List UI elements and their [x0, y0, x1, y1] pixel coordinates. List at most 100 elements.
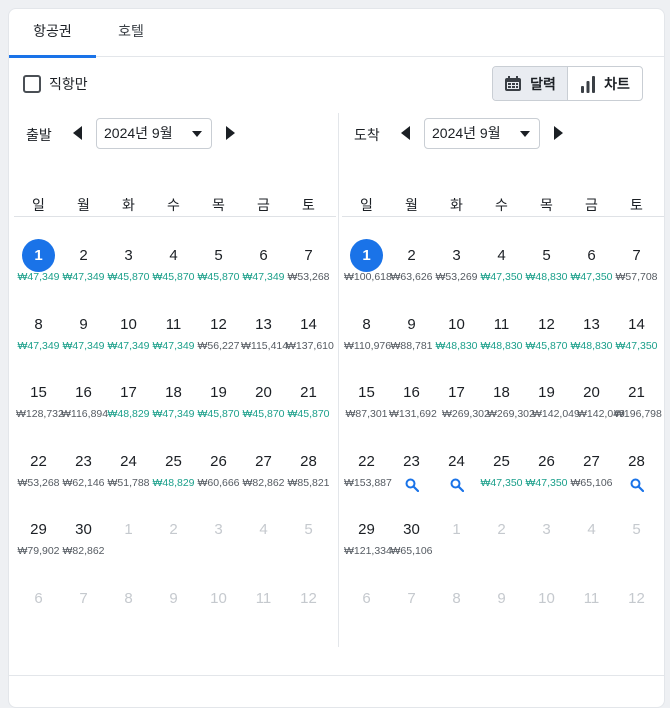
calendar-day-outside-month: 1: [106, 513, 151, 582]
next-month-icon[interactable]: [553, 126, 563, 140]
day-price: ₩62,146: [62, 476, 105, 489]
weekday-tue: 화: [122, 197, 135, 213]
calendar-day[interactable]: 6 ₩47,350: [569, 239, 614, 308]
calendar-day[interactable]: 27 ₩82,862: [241, 445, 286, 514]
calendar-day[interactable]: 7 ₩57,708: [614, 239, 659, 308]
chart-view-button[interactable]: 차트: [568, 67, 642, 100]
day-price: ₩51,788: [107, 476, 150, 489]
calendar-day[interactable]: 13 ₩48,830: [569, 308, 614, 377]
calendar-day[interactable]: 28 ₩85,821: [286, 445, 331, 514]
calendar-day[interactable]: 25 ₩47,350: [479, 445, 524, 514]
search-icon[interactable]: [405, 478, 419, 492]
calendar-day[interactable]: 28: [614, 445, 659, 514]
calendar-day[interactable]: 21 ₩196,798: [614, 376, 662, 445]
calendar-day[interactable]: 9 ₩88,781: [389, 308, 434, 377]
calendar-day[interactable]: 1 ₩47,349: [16, 239, 61, 308]
day-price: ₩65,106: [390, 545, 433, 557]
calendar-day[interactable]: 19 ₩142,049: [524, 376, 580, 445]
calendar-day[interactable]: 21 ₩45,870: [286, 376, 331, 445]
day-number: 1: [124, 521, 133, 538]
prev-month-icon[interactable]: [401, 126, 411, 140]
direct-only-checkbox[interactable]: 직항만: [23, 73, 88, 95]
calendar-day[interactable]: 5 ₩45,870: [196, 239, 241, 308]
calendar-day-outside-month: 4: [241, 513, 286, 582]
calendar-day[interactable]: 14 ₩47,350: [614, 308, 659, 377]
calendar-day[interactable]: 13 ₩115,414: [241, 308, 288, 377]
calendar-day[interactable]: 9 ₩47,349: [61, 308, 106, 377]
tab-hotels[interactable]: 호텔: [96, 9, 166, 57]
calendar-day[interactable]: 12 ₩56,227: [196, 308, 241, 377]
calendar-day[interactable]: 30 ₩65,106: [389, 513, 434, 582]
day-number: 17: [448, 384, 465, 401]
calendar-day[interactable]: 2 ₩47,349: [61, 239, 106, 308]
calendar-day[interactable]: 24: [434, 445, 479, 514]
day-number: 6: [34, 589, 43, 607]
calendar-day[interactable]: 15 ₩87,301: [344, 376, 389, 445]
calendar-day[interactable]: 4 ₩47,350: [479, 239, 524, 308]
calendar-day-outside-month: 9: [479, 582, 524, 651]
calendar-day[interactable]: 10 ₩47,349: [106, 308, 151, 377]
calendar-day[interactable]: 26 ₩47,350: [524, 445, 569, 514]
day-price: ₩269,302: [487, 408, 535, 420]
day-price: ₩47,349: [152, 408, 195, 420]
calendar-day[interactable]: 29 ₩79,902: [16, 513, 61, 582]
calendar-day[interactable]: 6 ₩47,349: [241, 239, 286, 308]
search-icon[interactable]: [450, 478, 464, 492]
tab-flights[interactable]: 항공권: [9, 9, 96, 58]
calendar-day[interactable]: 15 ₩128,732: [16, 376, 64, 445]
search-icon[interactable]: [630, 478, 644, 492]
calendar-day[interactable]: 18 ₩269,302: [479, 376, 535, 445]
day-number: 1: [22, 239, 55, 272]
calendar-day[interactable]: 5 ₩48,830: [524, 239, 569, 308]
calendar-day[interactable]: 19 ₩45,870: [196, 376, 241, 445]
calendar-view-button[interactable]: 달력: [493, 67, 568, 100]
calendar-day[interactable]: 2 ₩63,626: [389, 239, 434, 308]
calendar-day[interactable]: 8 ₩47,349: [16, 308, 61, 377]
calendar-day[interactable]: 27 ₩65,106: [569, 445, 614, 514]
calendar-day[interactable]: 26 ₩60,666: [196, 445, 241, 514]
day-price: ₩87,301: [345, 408, 388, 420]
next-month-icon[interactable]: [225, 126, 235, 140]
calendar-day[interactable]: 3 ₩53,269: [434, 239, 479, 308]
day-number: 27: [255, 452, 272, 470]
day-number: 5: [542, 247, 551, 264]
calendar-day[interactable]: 20 ₩142,049: [569, 376, 625, 445]
calendar-day[interactable]: 22 ₩53,268: [16, 445, 61, 514]
calendar-day[interactable]: 24 ₩51,788: [106, 445, 151, 514]
day-number: 6: [587, 247, 596, 264]
calendar-day[interactable]: 11 ₩48,830: [479, 308, 524, 377]
checkbox-box[interactable]: [23, 75, 41, 93]
calendar-day[interactable]: 16 ₩131,692: [389, 376, 437, 445]
calendar-day[interactable]: 11 ₩47,349: [151, 308, 196, 377]
calendar-day[interactable]: 20 ₩45,870: [241, 376, 286, 445]
day-price: ₩45,870: [242, 408, 285, 420]
calendar-day[interactable]: 7 ₩53,268: [286, 239, 331, 308]
day-number: 6: [362, 589, 371, 607]
calendar-day[interactable]: 18 ₩47,349: [151, 376, 196, 445]
calendar-day[interactable]: 23 ₩62,146: [61, 445, 106, 514]
calendar-day[interactable]: 25 ₩48,829: [151, 445, 196, 514]
weekday-thu: 목: [212, 197, 225, 213]
calendar-day[interactable]: 4 ₩45,870: [151, 239, 196, 308]
calendar-day[interactable]: 30 ₩82,862: [61, 513, 106, 582]
calendar-day[interactable]: 17 ₩269,302: [434, 376, 490, 445]
day-price: ₩45,870: [152, 271, 195, 283]
calendar-day[interactable]: 8 ₩110,976: [344, 308, 391, 377]
departure-month-select[interactable]: 2024년 9월: [96, 118, 212, 149]
calendar-day[interactable]: 23: [389, 445, 434, 514]
calendar-day-outside-month: 10: [524, 582, 569, 651]
calendar-day[interactable]: 29 ₩121,334: [344, 513, 392, 582]
calendar-day[interactable]: 16 ₩116,894: [61, 376, 108, 445]
calendar-day[interactable]: 1 ₩100,618: [344, 239, 392, 308]
calendar-day[interactable]: 3 ₩45,870: [106, 239, 151, 308]
calendar-day[interactable]: 12 ₩45,870: [524, 308, 569, 377]
calendar-day[interactable]: 17 ₩48,829: [106, 376, 151, 445]
day-price: ₩53,268: [287, 271, 330, 283]
arrival-month-select[interactable]: 2024년 9월: [424, 118, 540, 149]
day-number: 12: [628, 589, 645, 607]
calendar-day[interactable]: 10 ₩48,830: [434, 308, 479, 377]
day-price: ₩45,870: [197, 271, 240, 283]
calendar-day[interactable]: 22 ₩153,887: [344, 445, 392, 514]
calendar-day[interactable]: 14 ₩137,610: [286, 308, 334, 377]
prev-month-icon[interactable]: [73, 126, 83, 140]
